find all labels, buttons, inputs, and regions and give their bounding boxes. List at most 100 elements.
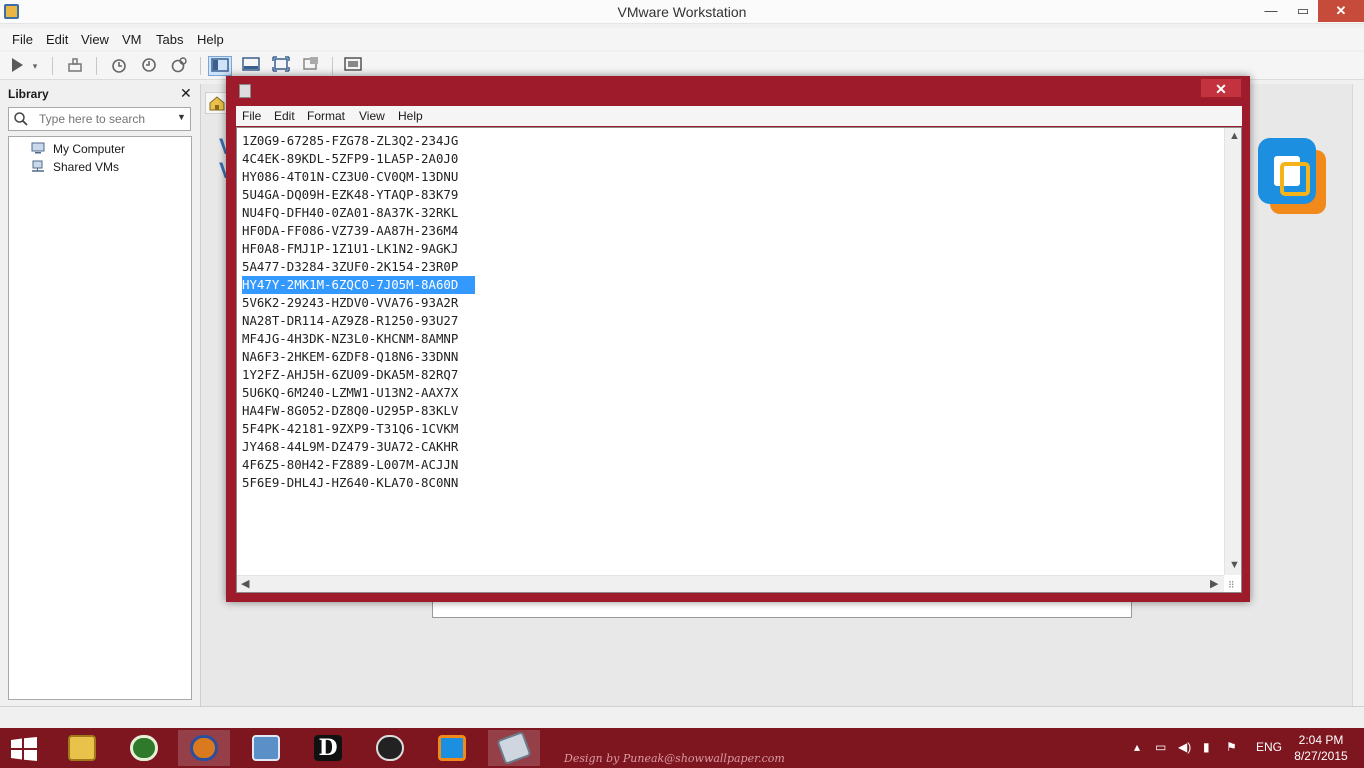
library-title: Library xyxy=(8,87,49,101)
resize-grip-icon[interactable]: ⠿ xyxy=(1228,580,1235,591)
scroll-left-icon[interactable]: ◀ xyxy=(241,577,249,590)
d-app-icon: D xyxy=(314,735,342,761)
text-line[interactable]: HY086-4T01N-CZ3U0-CV0QM-13DNU xyxy=(242,168,475,186)
language-indicator[interactable]: ENG xyxy=(1256,740,1282,754)
notepad-menu-edit[interactable]: Edit xyxy=(274,109,295,123)
text-line[interactable]: NU4FQ-DFH40-0ZA01-8A37K-32RKL xyxy=(242,204,475,222)
taskbar: D Design by Puneak@showwallpaper.com ▴ ▭… xyxy=(0,728,1364,768)
menu-bar: File Edit View VM Tabs Help xyxy=(0,28,1364,50)
text-line[interactable]: HA4FW-8G052-DZ8Q0-U295P-83KLV xyxy=(242,402,475,420)
text-line[interactable]: 5A477-D3284-3ZUF0-2K154-23R0P xyxy=(242,258,475,276)
unity-icon[interactable] xyxy=(300,56,322,76)
power-dropdown-icon[interactable]: ▾ xyxy=(28,56,42,76)
taskbar-obs[interactable] xyxy=(364,730,416,766)
text-line[interactable]: NA28T-DR114-AZ9Z8-R1250-93U27 xyxy=(242,312,475,330)
text-line[interactable]: HF0DA-FF086-VZ739-AA87H-236M4 xyxy=(242,222,475,240)
control-panel-icon xyxy=(252,735,280,761)
library-header: Library ✕ xyxy=(0,84,200,104)
notepad-close-button[interactable]: ✕ xyxy=(1200,78,1242,98)
text-line[interactable]: 4F6Z5-80H42-FZ889-L007M-ACJJN xyxy=(242,456,475,474)
main-scrollbar[interactable] xyxy=(1352,84,1364,706)
notepad-menu-format[interactable]: Format xyxy=(307,109,345,123)
text-line[interactable]: HF0A8-FMJ1P-1Z1U1-LK1N2-9AGKJ xyxy=(242,240,475,258)
horizontal-scrollbar[interactable]: ◀ ▶ xyxy=(237,575,1224,592)
text-lines: 1Z0G9-67285-FZG78-ZL3Q2-234JG 4C4EK-89KDL… xyxy=(242,132,475,492)
clock-date[interactable]: 8/27/2015 xyxy=(1290,749,1352,763)
scroll-down-icon[interactable]: ▼ xyxy=(1229,559,1240,571)
text-line-selected[interactable]: HY47Y-2MK1M-6ZQC0-7J05M-8A60D xyxy=(242,276,475,294)
scroll-up-icon[interactable]: ▲ xyxy=(1229,130,1240,142)
notepad-menu-file[interactable]: File xyxy=(242,109,261,123)
revert-snapshot-icon[interactable] xyxy=(138,56,160,76)
console-view-icon[interactable] xyxy=(342,56,364,76)
toolbar-separator xyxy=(96,57,97,75)
clock-time[interactable]: 2:04 PM xyxy=(1296,733,1346,747)
text-line[interactable]: NA6F3-2HKEM-6ZDF8-Q18N6-33DNN xyxy=(242,348,475,366)
volume-icon[interactable]: ◀) xyxy=(1178,740,1191,754)
taskbar-notepad[interactable] xyxy=(488,730,540,766)
action-center-flag-icon[interactable]: ⚑ xyxy=(1226,740,1237,754)
menu-vm[interactable]: VM xyxy=(122,32,142,47)
menu-edit[interactable]: Edit xyxy=(46,32,68,47)
taskbar-vmware[interactable] xyxy=(426,730,478,766)
vmware-title-bar: VMware Workstation — ▭ ✕ xyxy=(0,0,1364,24)
library-close-icon[interactable]: ✕ xyxy=(180,85,192,102)
taskbar-file-explorer[interactable] xyxy=(56,730,108,766)
taskbar-app-d[interactable]: D xyxy=(302,730,354,766)
toolbar-separator xyxy=(332,57,333,75)
close-button[interactable]: ✕ xyxy=(1318,0,1364,22)
menu-view[interactable]: View xyxy=(81,32,109,47)
tree-label: My Computer xyxy=(53,142,126,156)
taskbar-control-panel[interactable] xyxy=(240,730,292,766)
library-search-box[interactable]: ▼ xyxy=(8,107,191,131)
menu-tabs[interactable]: Tabs xyxy=(156,32,183,47)
maximize-button[interactable]: ▭ xyxy=(1288,0,1318,22)
show-library-icon[interactable] xyxy=(208,56,232,76)
wallpaper-credit: Design by Puneak@showwallpaper.com xyxy=(564,752,785,765)
library-search-input[interactable] xyxy=(39,111,169,127)
text-line[interactable]: MF4JG-4H3DK-NZ3L0-KHCNM-8AMNP xyxy=(242,330,475,348)
tree-label: Shared VMs xyxy=(53,160,120,174)
windows-start-icon[interactable] xyxy=(10,737,38,761)
power-icon[interactable]: ▮ xyxy=(1203,740,1210,754)
text-line[interactable]: JY468-44L9M-DZ479-3UA72-CAKHR xyxy=(242,438,475,456)
text-line[interactable]: 4C4EK-89KDL-5ZFP9-1LA5P-2A0J0 xyxy=(242,150,475,168)
snapshot-manager-icon[interactable] xyxy=(168,56,190,76)
text-line[interactable]: 1Z0G9-67285-FZG78-ZL3Q2-234JG xyxy=(242,132,475,150)
notepad-text-area[interactable]: 1Z0G9-67285-FZG78-ZL3Q2-234JG 4C4EK-89KDL… xyxy=(236,127,1242,593)
network-icon[interactable]: ▭ xyxy=(1155,740,1166,754)
search-dropdown-icon[interactable]: ▼ xyxy=(177,112,186,122)
power-on-icon[interactable] xyxy=(6,56,28,76)
text-line[interactable]: 1Y2FZ-AHJ5H-6ZU09-DKA5M-82RQ7 xyxy=(242,366,475,384)
show-thumbnail-bar-icon[interactable] xyxy=(240,56,262,76)
taskbar-app-green[interactable] xyxy=(118,730,170,766)
text-line[interactable]: 5F6E9-DHL4J-HZ640-KLA70-8C0NN xyxy=(242,474,475,492)
toolbar-separator xyxy=(52,57,53,75)
menu-file[interactable]: File xyxy=(12,32,33,47)
computer-icon xyxy=(31,142,45,154)
notepad-taskbar-icon xyxy=(496,730,532,766)
scroll-right-icon[interactable]: ▶ xyxy=(1210,577,1218,590)
toolbar-separator xyxy=(200,57,201,75)
text-line[interactable]: 5U6KQ-6M240-LZMW1-U13N2-AAX7X xyxy=(242,384,475,402)
text-line[interactable]: 5F4PK-42181-9ZXP9-T31Q6-1CVKM xyxy=(242,420,475,438)
window-title: VMware Workstation xyxy=(617,4,747,20)
text-line[interactable]: 5V6K2-29243-HZDV0-VVA76-93A2R xyxy=(242,294,475,312)
vmware-logo-icon xyxy=(1252,132,1334,220)
notepad-app-icon[interactable] xyxy=(239,84,251,98)
snapshot-icon[interactable] xyxy=(108,56,130,76)
full-screen-icon[interactable] xyxy=(270,56,292,76)
text-line[interactable]: 5U4GA-DQ09H-EZK48-YTAQP-83K79 xyxy=(242,186,475,204)
menu-help[interactable]: Help xyxy=(197,32,224,47)
green-app-icon xyxy=(130,735,158,761)
notepad-menu-view[interactable]: View xyxy=(359,109,385,123)
notepad-menu-help[interactable]: Help xyxy=(398,109,423,123)
taskbar-firefox[interactable] xyxy=(178,730,230,766)
tray-up-arrow-icon[interactable]: ▴ xyxy=(1134,740,1140,754)
vmware-taskbar-icon xyxy=(438,735,466,761)
notepad-menu-bar: File Edit Format View Help xyxy=(236,106,1242,126)
obs-icon xyxy=(376,735,404,761)
send-ctrl-alt-del-icon[interactable] xyxy=(64,56,86,76)
vertical-scrollbar[interactable]: ▲ ▼ xyxy=(1224,128,1241,575)
minimize-button[interactable]: — xyxy=(1256,0,1286,22)
